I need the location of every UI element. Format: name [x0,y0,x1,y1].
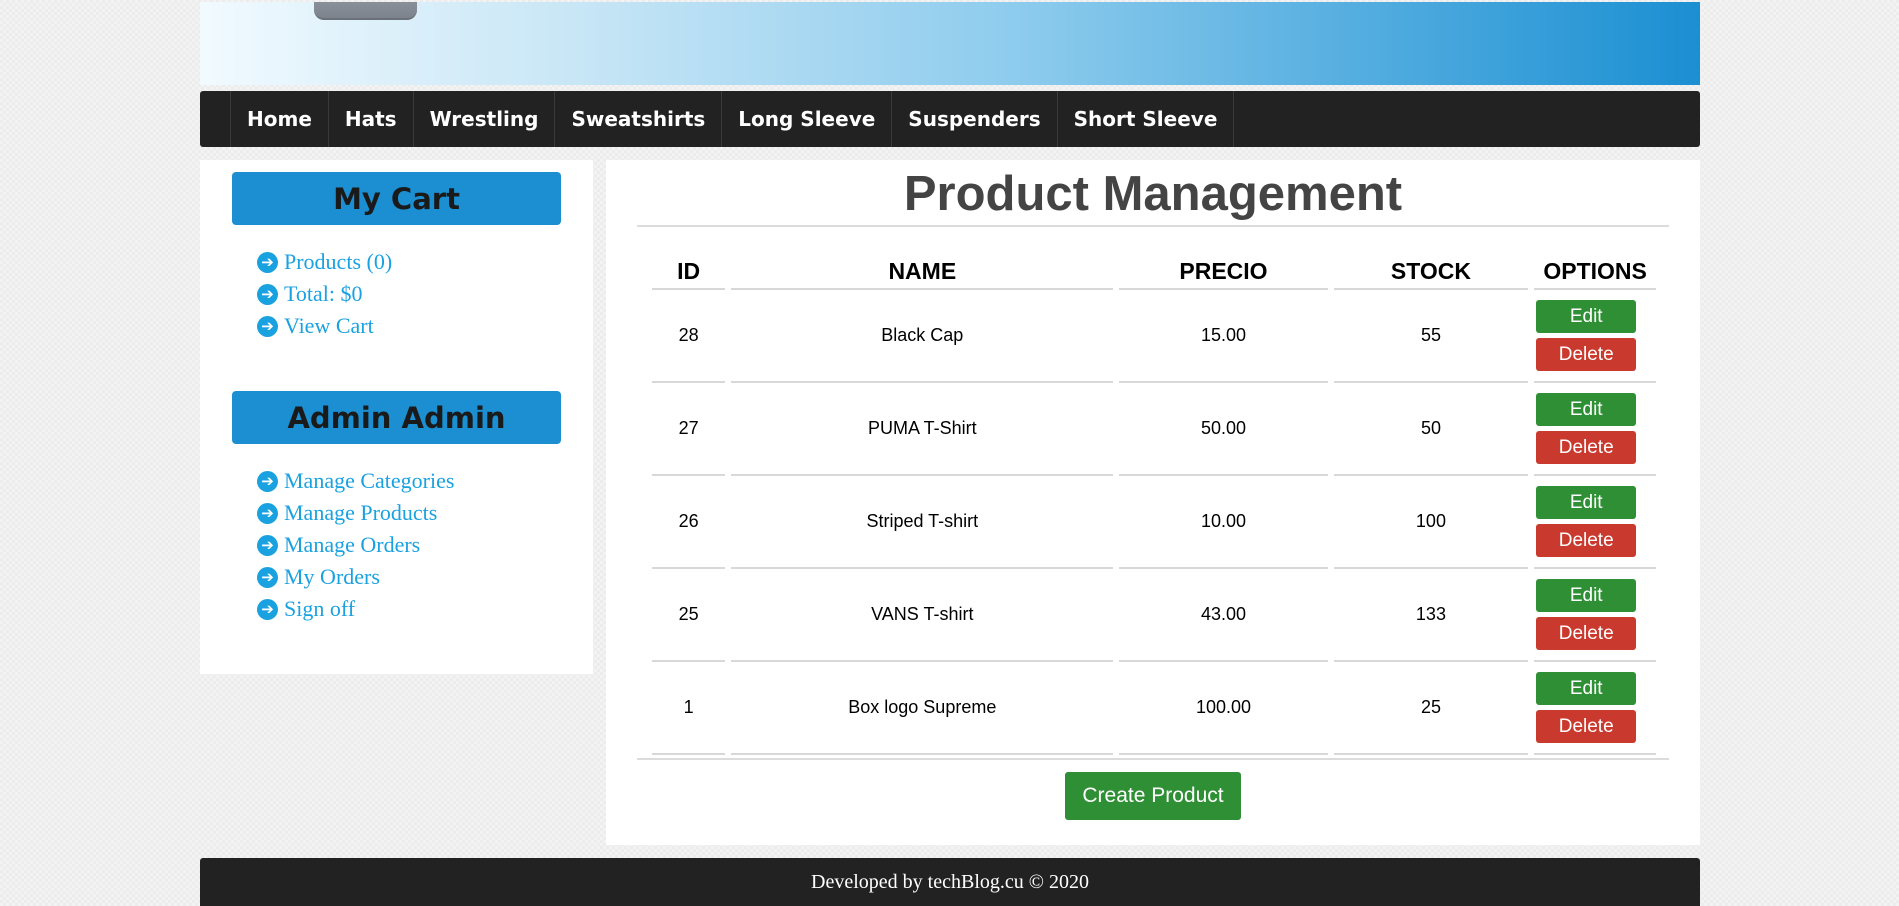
nav-item-short-sleeve[interactable]: Short Sleeve [1056,91,1235,147]
cell-stock: 133 [1333,569,1529,662]
products-table: ID NAME PRECIO STOCK OPTIONS 28 Black Ca… [646,254,1662,755]
create-product-button[interactable]: Create Product [1065,772,1241,820]
cell-stock: 100 [1333,476,1529,569]
edit-button[interactable]: Edit [1536,300,1637,333]
nav-item-long-sleeve[interactable]: Long Sleeve [721,91,891,147]
cart-link-products[interactable]: ➔ Products (0) [257,246,392,278]
admin-heading: Admin Admin [232,391,561,444]
admin-link-manage-categories[interactable]: ➔ Manage Categories [257,465,454,497]
delete-button[interactable]: Delete [1536,710,1637,743]
cell-name: Black Cap [731,290,1114,383]
cell-precio: 15.00 [1119,290,1328,383]
cart-heading: My Cart [232,172,561,225]
table-row: 25 VANS T-shirt 43.00 133 Edit Delete [652,569,1656,662]
nav-item-suspenders[interactable]: Suspenders [891,91,1056,147]
nav-item-wrestling[interactable]: Wrestling [412,91,555,147]
admin-link-label: Manage Categories [284,468,455,493]
circle-arrow-right-icon: ➔ [257,534,278,556]
cell-id: 28 [652,290,726,383]
cell-options: Edit Delete [1534,662,1656,755]
circle-arrow-right-icon: ➔ [257,598,278,620]
admin-links: ➔ Manage Categories ➔ Manage Products ➔ … [257,465,454,625]
admin-link-my-orders[interactable]: ➔ My Orders [257,561,454,593]
circle-arrow-right-icon: ➔ [257,502,278,524]
circle-arrow-right-icon: ➔ [257,283,278,305]
column-header-precio: PRECIO [1119,254,1328,290]
cell-options: Edit Delete [1534,476,1656,569]
nav-item-sweatshirts[interactable]: Sweatshirts [554,91,721,147]
cart-link-label: Total: $0 [284,281,363,306]
cell-precio: 100.00 [1119,662,1328,755]
admin-link-label: Manage Products [284,500,438,525]
cell-stock: 55 [1333,290,1529,383]
cart-link-label: View Cart [284,313,374,338]
banner-product-image [314,2,417,20]
cart-link-total[interactable]: ➔ Total: $0 [257,278,392,310]
column-header-options: OPTIONS [1534,254,1656,290]
cell-id: 27 [652,383,726,476]
cell-precio: 43.00 [1119,569,1328,662]
cell-id: 25 [652,569,726,662]
cart-link-label: Products (0) [284,249,393,274]
circle-arrow-right-icon: ➔ [257,470,278,492]
edit-button[interactable]: Edit [1536,393,1637,426]
table-divider [637,758,1669,760]
admin-link-label: Manage Orders [284,532,421,557]
table-row: 27 PUMA T-Shirt 50.00 50 Edit Delete [652,383,1656,476]
edit-button[interactable]: Edit [1536,579,1637,612]
edit-button[interactable]: Edit [1536,486,1637,519]
circle-arrow-right-icon: ➔ [257,251,278,273]
cart-link-view-cart[interactable]: ➔ View Cart [257,310,392,342]
edit-button[interactable]: Edit [1536,672,1637,705]
table-row: 26 Striped T-shirt 10.00 100 Edit Delete [652,476,1656,569]
main-nav: Home Hats Wrestling Sweatshirts Long Sle… [200,91,1700,147]
delete-button[interactable]: Delete [1536,431,1637,464]
admin-link-label: My Orders [284,564,380,589]
table-header-row: ID NAME PRECIO STOCK OPTIONS [652,254,1656,290]
cell-name: Box logo Supreme [731,662,1114,755]
delete-button[interactable]: Delete [1536,617,1637,650]
delete-button[interactable]: Delete [1536,338,1637,371]
cart-links: ➔ Products (0) ➔ Total: $0 ➔ View Cart [257,246,392,342]
cell-options: Edit Delete [1534,383,1656,476]
column-header-stock: STOCK [1333,254,1529,290]
nav-item-hats[interactable]: Hats [327,91,413,147]
cell-stock: 25 [1333,662,1529,755]
main-panel: Product Management ID NAME PRECIO STOCK … [606,160,1700,845]
cell-stock: 50 [1333,383,1529,476]
cell-options: Edit Delete [1534,290,1656,383]
column-header-name: NAME [731,254,1114,290]
cell-id: 26 [652,476,726,569]
table-row: 1 Box logo Supreme 100.00 25 Edit Delete [652,662,1656,755]
circle-arrow-right-icon: ➔ [257,315,278,337]
admin-link-sign-off[interactable]: ➔ Sign off [257,593,454,625]
admin-link-label: Sign off [284,596,356,621]
cell-name: VANS T-shirt [731,569,1114,662]
page-title: Product Management [637,164,1669,227]
nav-item-home[interactable]: Home [230,91,328,147]
circle-arrow-right-icon: ➔ [257,566,278,588]
sidebar: My Cart ➔ Products (0) ➔ Total: $0 ➔ Vie… [200,160,593,674]
header-banner [200,2,1700,85]
column-header-id: ID [652,254,726,290]
table-row: 28 Black Cap 15.00 55 Edit Delete [652,290,1656,383]
admin-link-manage-orders[interactable]: ➔ Manage Orders [257,529,454,561]
cell-name: Striped T-shirt [731,476,1114,569]
cell-options: Edit Delete [1534,569,1656,662]
delete-button[interactable]: Delete [1536,524,1637,557]
cell-precio: 10.00 [1119,476,1328,569]
cell-name: PUMA T-Shirt [731,383,1114,476]
cell-precio: 50.00 [1119,383,1328,476]
cell-id: 1 [652,662,726,755]
footer: Developed by techBlog.cu © 2020 [200,858,1700,906]
admin-link-manage-products[interactable]: ➔ Manage Products [257,497,454,529]
